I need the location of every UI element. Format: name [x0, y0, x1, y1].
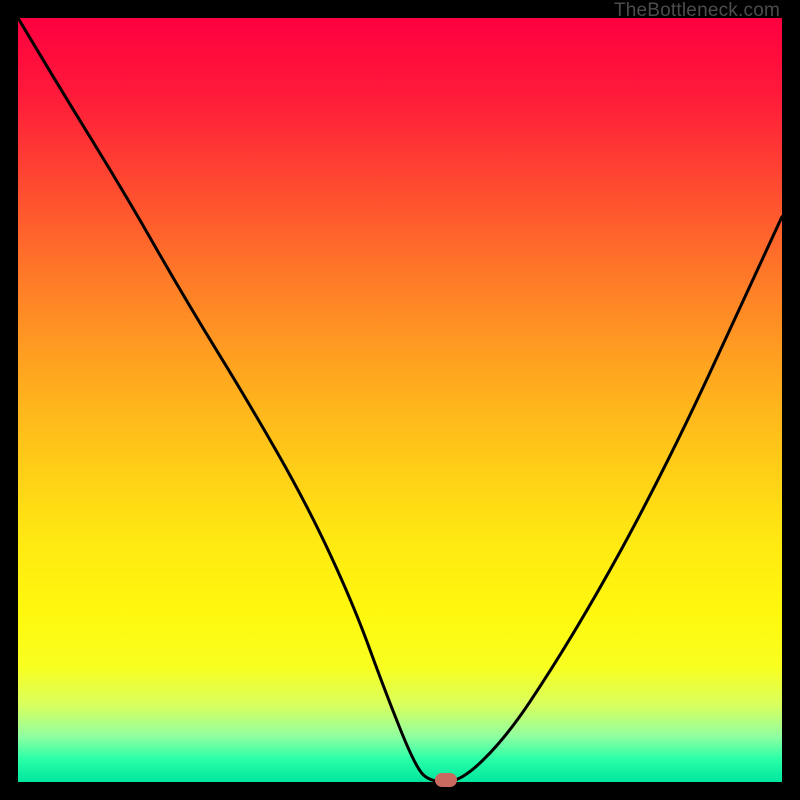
curve-svg — [18, 18, 782, 782]
bottleneck-curve-path — [18, 18, 782, 782]
chart-frame: TheBottleneck.com — [0, 0, 800, 800]
plot-area — [18, 18, 782, 782]
optimal-marker — [435, 773, 457, 787]
